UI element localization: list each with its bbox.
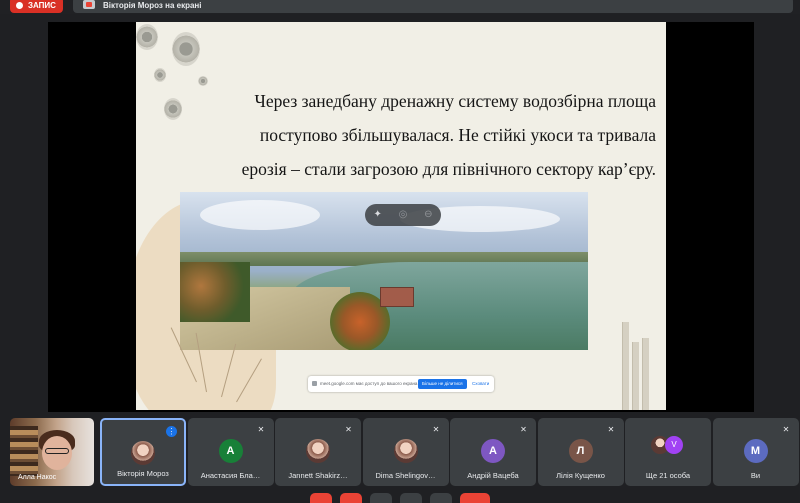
self-name: Алла Накос: [18, 474, 57, 481]
participant-tile[interactable]: ✕ A Анастасия Бла…: [187, 418, 274, 486]
mic-off-icon: ✕: [432, 425, 440, 434]
participant-name: Лілія Кущенко: [556, 471, 605, 480]
participant-name: Анастасия Бла…: [200, 471, 261, 480]
more-icon: ⋮: [166, 426, 177, 437]
participant-avatar: A: [481, 439, 505, 463]
slide-line: ерозія – стали загрозою для північного с…: [241, 159, 656, 179]
screen-share-bar: meet.google.com має доступ до вашого екр…: [308, 376, 494, 392]
present-screen-icon: [83, 0, 95, 9]
participant-tile[interactable]: ✕ A Андрій Вацеба: [450, 418, 536, 486]
share-screen-icon: [312, 381, 317, 386]
mic-off-icon: ✕: [520, 425, 527, 434]
decorative-dot: [164, 98, 182, 120]
record-icon: [16, 2, 23, 9]
participant-tile[interactable]: ✕ M Ви: [712, 418, 799, 486]
slide-paragraph: Через занедбану дренажну систему водозбі…: [231, 84, 656, 186]
bookshelf: [10, 426, 38, 476]
mic-off-icon: ✕: [345, 425, 352, 434]
decorative-dot: [172, 32, 200, 66]
raise-hand-button[interactable]: [400, 493, 422, 503]
participant-tile[interactable]: ✕ Dima Shelingov…: [362, 418, 449, 486]
top-bar: ЗАПИС Вікторія Мороз на екрані: [0, 0, 800, 14]
participant-avatar: V: [665, 436, 683, 454]
participant-tile[interactable]: V Ще 21 особа: [625, 418, 711, 486]
participant-name: Dima Shelingov…: [375, 471, 436, 480]
shared-slide: Через занедбану дренажну систему водозбі…: [136, 22, 666, 410]
participant-name: Андрій Вацеба: [467, 471, 519, 480]
mute-icon[interactable]: ◎: [397, 209, 409, 221]
participant-name: Ви: [750, 471, 761, 480]
mic-off-icon: ✕: [257, 425, 265, 434]
participant-name: Вікторія Мороз: [117, 469, 169, 478]
slide-line: Через занедбану дренажну систему водозбі…: [254, 91, 656, 111]
hide-share-bar-button[interactable]: Сховати: [472, 381, 489, 386]
presenting-banner[interactable]: Вікторія Мороз на екрані: [73, 0, 793, 13]
decorative-dot: [136, 24, 158, 50]
share-message: meet.google.com має доступ до вашого екр…: [320, 381, 418, 386]
participant-name: Ще 21 особа: [645, 471, 691, 480]
participant-tile[interactable]: ⋮ Вікторія Мороз: [100, 418, 186, 486]
slide-line: поступово збільшувалася. Не стійкі укоси…: [259, 125, 656, 145]
participant-avatar: [393, 439, 418, 463]
presentation-stage: Через занедбану дренажну систему водозбі…: [48, 22, 754, 412]
participant-avatar: [131, 441, 155, 465]
captions-button[interactable]: [370, 493, 392, 503]
participant-avatar: M: [743, 439, 768, 463]
record-label: ЗАПИС: [28, 1, 56, 10]
quarry-photo: ✦ ◎ ⊖: [180, 192, 588, 350]
call-controls: [300, 493, 500, 503]
participant-avatar: Л: [568, 439, 593, 463]
self-camera-tile[interactable]: Алла Накос: [10, 418, 94, 486]
pin-icon[interactable]: ✦: [372, 209, 384, 221]
decorative-dot: [198, 76, 208, 86]
camera-button[interactable]: [340, 493, 362, 503]
mic-off-icon: ✕: [782, 425, 790, 434]
decorative-dot: [154, 68, 166, 82]
presenting-text: Вікторія Мороз на екрані: [103, 1, 202, 10]
participant-tile[interactable]: ✕ Л Лілія Кущенко: [537, 418, 624, 486]
recording-badge[interactable]: ЗАПИС: [10, 0, 63, 13]
image-toolbar: ✦ ◎ ⊖: [365, 204, 441, 226]
participant-avatar: [306, 439, 330, 463]
participant-name: Jannett Shakirz…: [288, 471, 348, 480]
mic-button[interactable]: [310, 493, 332, 503]
participant-avatar: A: [218, 439, 243, 463]
participant-tile[interactable]: ✕ Jannett Shakirz…: [275, 418, 361, 486]
mic-off-icon: ✕: [607, 425, 615, 434]
stop-sharing-button[interactable]: Більше не ділитися: [418, 379, 467, 389]
present-button[interactable]: [430, 493, 452, 503]
leave-call-button[interactable]: [460, 493, 490, 503]
remove-icon[interactable]: ⊖: [422, 209, 434, 221]
